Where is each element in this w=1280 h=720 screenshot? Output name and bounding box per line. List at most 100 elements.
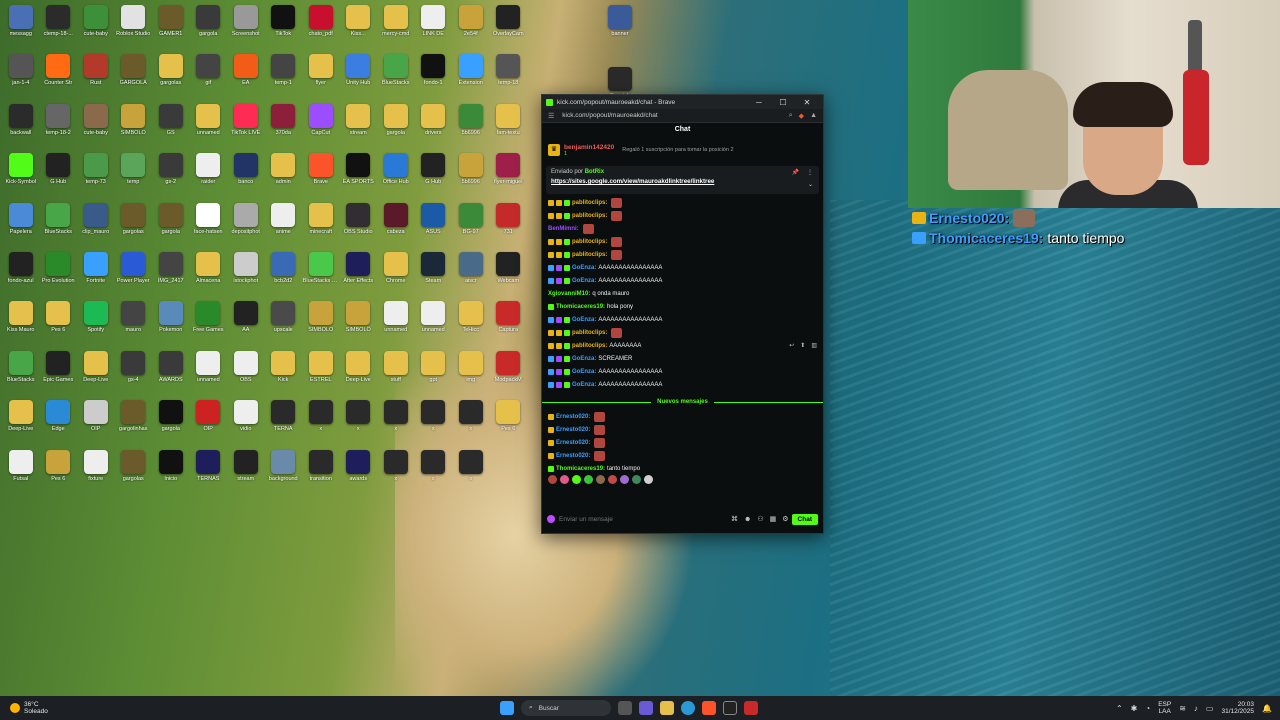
desktop-icon[interactable]: chato_pdf [302, 2, 340, 51]
desktop-icon[interactable]: mauro [115, 298, 153, 347]
desktop-icon[interactable]: ASUS [415, 200, 453, 249]
desktop-icon[interactable]: anime [265, 200, 303, 249]
desktop-icon[interactable]: x [415, 447, 453, 496]
chat-username[interactable]: GoEnza: [572, 382, 596, 388]
chat-username[interactable]: GoEnza: [572, 265, 596, 271]
desktop-icon[interactable]: Webcam [490, 249, 528, 298]
desktop-icon[interactable]: TikTok LIVE [227, 101, 265, 150]
desktop-icon[interactable]: vidio [227, 397, 265, 446]
chat-message[interactable]: BenMimni: [548, 222, 817, 235]
chat-username[interactable]: pablitoclips: [572, 213, 607, 219]
desktop-icon[interactable]: cute-baby [77, 101, 115, 150]
desktop-icon[interactable]: temp-18 [490, 51, 528, 100]
desktop-icon[interactable]: Screenshot [227, 2, 265, 51]
desktop-icon[interactable]: Power Player [115, 249, 153, 298]
emote-quick-bar[interactable] [542, 472, 823, 486]
settings-gear-icon[interactable]: ⚙ [782, 515, 788, 523]
desktop-icon[interactable]: G Hub [40, 150, 78, 199]
chat-message[interactable]: Ernesto020: [548, 410, 817, 423]
desktop-icon[interactable]: temp [115, 150, 153, 199]
desktop-icon[interactable]: Pes 6 [40, 447, 78, 496]
task-view-icon[interactable] [618, 701, 632, 715]
desktop-icon[interactable]: TeHicc [452, 298, 490, 347]
chat-username[interactable]: pablitoclips: [572, 330, 607, 336]
desktop-icon[interactable]: gargolas [152, 51, 190, 100]
desktop-icon[interactable]: gs-4 [115, 348, 153, 397]
desktop-icon[interactable]: clip_mauro [77, 200, 115, 249]
emote-icon[interactable] [608, 474, 617, 484]
desktop-icon[interactable]: depositphot [227, 200, 265, 249]
desktop-icon[interactable]: flyer [302, 51, 340, 100]
bluetooth-icon[interactable]: ✱ [1131, 704, 1138, 713]
desktop-icon[interactable]: unnamed [377, 298, 415, 347]
desktop-icon[interactable]: istockphot [227, 249, 265, 298]
desktop-icon[interactable]: Edge [40, 397, 78, 446]
desktop-icon[interactable]: TERNA [265, 397, 303, 446]
chat-username[interactable]: pablitoclips: [572, 200, 607, 206]
rewards-icon[interactable]: ▲ [810, 112, 817, 119]
desktop-icon[interactable]: 5b6996 [452, 150, 490, 199]
desktop-icon[interactable]: img [452, 348, 490, 397]
desktop-icon[interactable]: fixture [77, 447, 115, 496]
desktop-icon[interactable]: face-hatsen [190, 200, 228, 249]
emote-icon[interactable] [620, 474, 629, 484]
desktop-icon[interactable]: OBS [227, 348, 265, 397]
taskbar-search[interactable]: ⌕ Buscar [521, 700, 611, 716]
desktop-icon[interactable]: TERNAS [190, 447, 228, 496]
desktop-icon[interactable]: temp-18-2 [40, 101, 78, 150]
browser-window[interactable]: kick.com/popout/mauroeakd/chat - Brave ─… [541, 94, 824, 534]
desktop-icon[interactable]: Epic Games [40, 348, 78, 397]
chat-message[interactable]: pablitoclips: [548, 235, 817, 248]
desktop-icon[interactable]: Kick-Symbol [2, 150, 40, 199]
desktop-icon[interactable]: gif [190, 51, 228, 100]
network-icon[interactable]: ◔ [1145, 704, 1150, 713]
desktop-icon[interactable]: CapCut [302, 101, 340, 150]
edge-icon[interactable] [681, 701, 695, 715]
desktop-icon[interactable]: After Effects [340, 249, 378, 298]
desktop-icon[interactable]: EA SPORTS [340, 150, 378, 199]
desktop-icon[interactable]: LINK DE [415, 2, 453, 51]
weather-widget[interactable]: 36°C Soleado [0, 701, 80, 715]
delete-icon[interactable]: ▥ [811, 342, 817, 349]
desktop-icon[interactable]: SIMBOLO [302, 298, 340, 347]
desktop-icon[interactable]: BG-97 [452, 200, 490, 249]
desktop-icon[interactable]: GAMER1 [152, 2, 190, 51]
desktop-icon[interactable]: stuff [377, 348, 415, 397]
chat-username[interactable]: GoEnza: [572, 356, 596, 362]
address-bar[interactable]: ☰ kick.com/popout/mauroeakd/chat ⌕ ◆ ▲ [542, 109, 823, 123]
chat-message-input[interactable] [559, 515, 728, 523]
desktop-icon[interactable]: aiscr [452, 249, 490, 298]
chat-message[interactable]: GoEnza: AAAAAAAAAAAAAAAA [548, 378, 817, 391]
color-picker-icon[interactable] [547, 515, 555, 523]
desktop-icon[interactable]: Deep-Live [2, 397, 40, 446]
gift-icon[interactable]: ▦ [770, 515, 777, 523]
users-icon[interactable]: ⚇ [757, 515, 763, 523]
desktop-icon[interactable]: bcb2d2 [265, 249, 303, 298]
desktop-icon[interactable]: banner [600, 2, 640, 64]
desktop-icon[interactable]: banco [227, 150, 265, 199]
emote-icon[interactable] [632, 474, 641, 484]
desktop-icon[interactable]: Pro Evolution [40, 249, 78, 298]
desktop-icon[interactable]: Unity Hub [340, 51, 378, 100]
desktop-icon[interactable]: gs-2 [152, 150, 190, 199]
desktop-icon[interactable]: x [340, 397, 378, 446]
file-explorer-icon[interactable] [660, 701, 674, 715]
chat-username[interactable]: pablitoclips: [572, 343, 607, 349]
desktop-icon[interactable]: Office Hub [377, 150, 415, 199]
desktop-icon[interactable]: gargola [190, 2, 228, 51]
pin-icon[interactable]: 📌 [792, 169, 799, 176]
desktop-icon[interactable]: OIP [77, 397, 115, 446]
chat-message[interactable]: GoEnza: AAAAAAAAAAAAAAAA [548, 274, 817, 287]
desktop-icon[interactable]: gargolinhas [115, 397, 153, 446]
chat-message[interactable]: pablitoclips: [548, 248, 817, 261]
desktop-icon[interactable]: Spotify [77, 298, 115, 347]
desktop-icon[interactable]: Kick [265, 348, 303, 397]
desktop-icon[interactable]: x [302, 397, 340, 446]
chat-message[interactable]: GoEnza: AAAAAAAAAAAAAAAA [548, 365, 817, 378]
desktop-icon[interactable]: upscale [265, 298, 303, 347]
chat-message[interactable]: pablitoclips: [548, 196, 817, 209]
desktop-icon[interactable]: transition [302, 447, 340, 496]
desktop-icon[interactable]: awards [340, 447, 378, 496]
desktop-icon[interactable]: x [452, 447, 490, 496]
chat-username[interactable]: Thomicaceres19: [556, 304, 605, 310]
